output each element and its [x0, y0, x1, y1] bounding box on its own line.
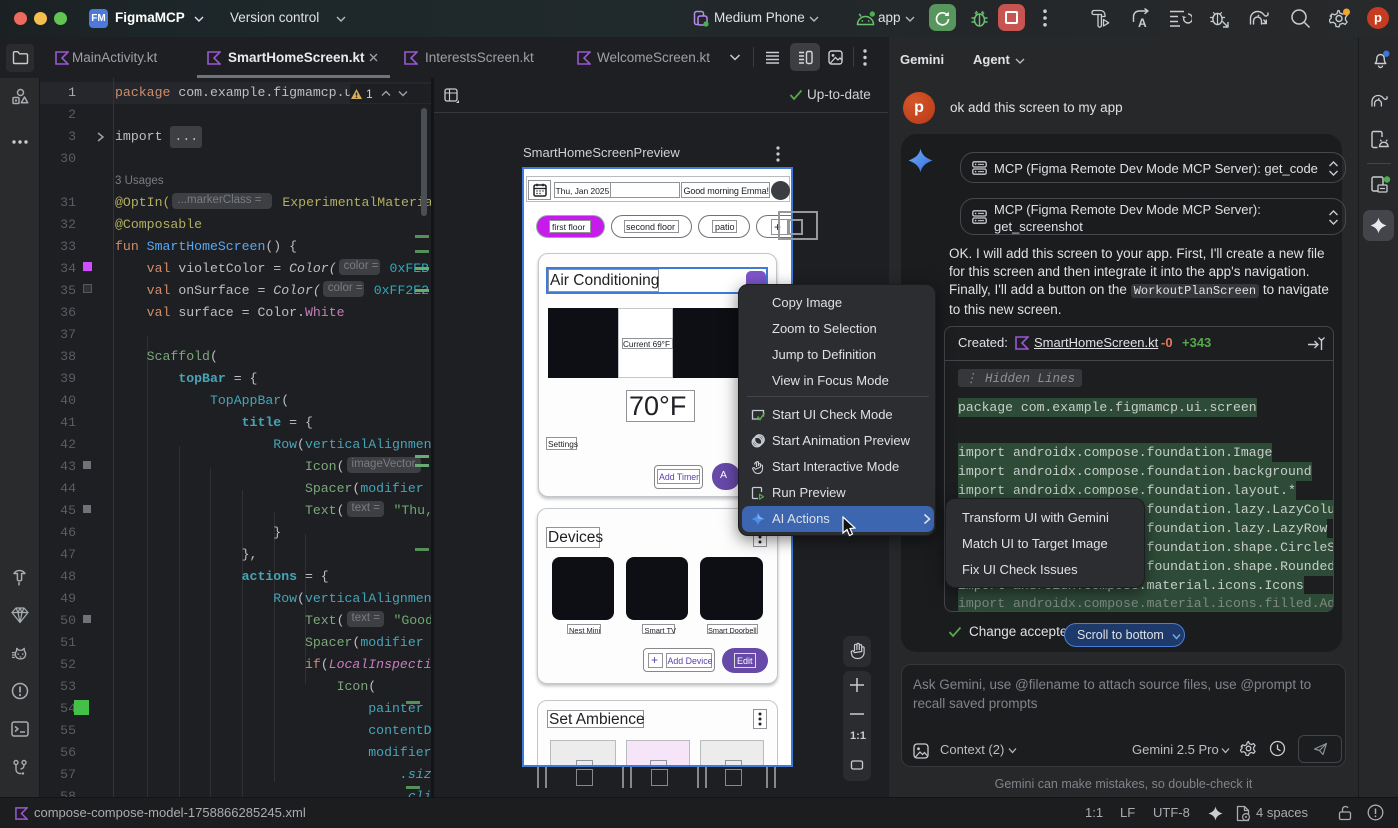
svg-text:A: A	[1138, 16, 1147, 29]
